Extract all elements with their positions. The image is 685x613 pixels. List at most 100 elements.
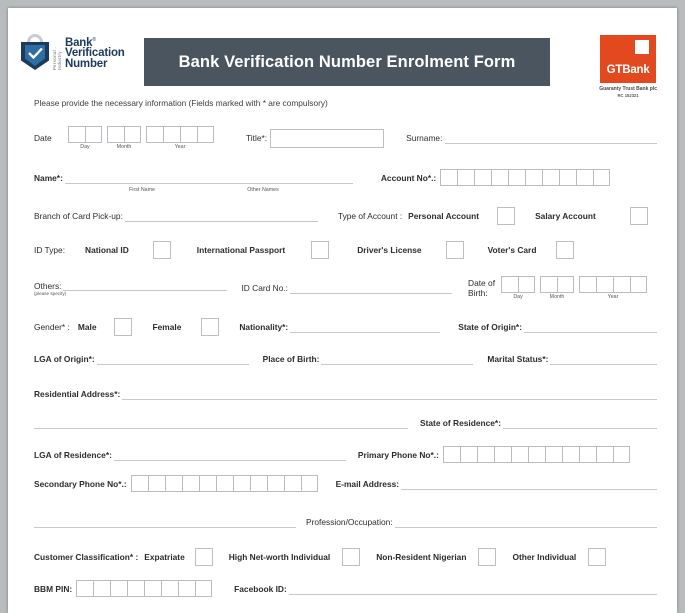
char-box[interactable] [525, 169, 543, 186]
char-box[interactable] [266, 475, 284, 492]
char-box[interactable] [124, 126, 141, 143]
char-box[interactable] [300, 475, 318, 492]
voters-card-checkbox[interactable] [556, 241, 575, 259]
bbm-pin-boxes[interactable] [76, 580, 213, 597]
char-box[interactable] [107, 126, 124, 143]
residential-address-input-1[interactable] [122, 388, 657, 400]
surname-input[interactable] [445, 132, 657, 144]
char-box[interactable] [232, 475, 250, 492]
other-individual-checkbox[interactable] [588, 548, 607, 566]
high-net-worth-checkbox[interactable] [342, 548, 361, 566]
others-input[interactable] [63, 280, 228, 291]
char-box[interactable] [68, 126, 85, 143]
facebook-id-input[interactable] [288, 583, 657, 595]
char-box[interactable] [283, 475, 301, 492]
char-box[interactable] [130, 475, 148, 492]
date-year-boxes[interactable] [146, 126, 214, 143]
date-of-birth-field[interactable]: Day Month Year [501, 276, 648, 300]
char-box[interactable] [559, 169, 577, 186]
char-box[interactable] [493, 446, 511, 463]
char-box[interactable] [198, 475, 216, 492]
gender-male-checkbox[interactable] [114, 318, 133, 336]
char-box[interactable] [595, 446, 613, 463]
char-box[interactable] [180, 126, 197, 143]
char-box[interactable] [474, 169, 492, 186]
char-box[interactable] [197, 126, 214, 143]
national-id-checkbox[interactable] [152, 241, 171, 259]
non-resident-nigerian-checkbox[interactable] [478, 548, 497, 566]
char-box[interactable] [457, 169, 475, 186]
expatriate-checkbox[interactable] [194, 548, 213, 566]
id-card-no-input[interactable] [290, 283, 453, 294]
date-month-boxes[interactable] [107, 126, 141, 143]
char-box[interactable] [163, 126, 180, 143]
marital-status-input[interactable] [550, 353, 657, 365]
char-box[interactable] [442, 446, 460, 463]
email-address-input[interactable] [401, 478, 657, 490]
char-box[interactable] [110, 580, 128, 597]
char-box[interactable] [144, 580, 162, 597]
char-box[interactable] [146, 126, 163, 143]
account-no-boxes[interactable] [440, 169, 611, 186]
salary-account-checkbox[interactable] [629, 207, 648, 225]
char-box[interactable] [491, 169, 509, 186]
char-box[interactable] [93, 580, 111, 597]
state-of-origin-input[interactable] [523, 321, 657, 333]
char-box[interactable] [459, 446, 477, 463]
char-box[interactable] [561, 446, 579, 463]
char-box[interactable] [215, 475, 233, 492]
char-box[interactable] [510, 446, 528, 463]
char-box[interactable] [518, 276, 536, 293]
char-box[interactable] [527, 446, 545, 463]
char-box[interactable] [85, 126, 102, 143]
name-input[interactable] [64, 172, 353, 184]
char-box[interactable] [630, 276, 648, 293]
char-box[interactable] [249, 475, 267, 492]
primary-phone-boxes[interactable] [442, 446, 630, 463]
char-box[interactable] [612, 446, 630, 463]
place-of-birth-input[interactable] [321, 353, 474, 365]
char-box[interactable] [557, 276, 575, 293]
char-box[interactable] [576, 169, 594, 186]
char-box[interactable] [596, 276, 614, 293]
date-day-boxes[interactable] [68, 126, 102, 143]
branch-pickup-input[interactable] [124, 210, 318, 222]
char-box[interactable] [476, 446, 494, 463]
nationality-input[interactable] [290, 321, 441, 333]
char-box[interactable] [164, 475, 182, 492]
char-box[interactable] [76, 580, 94, 597]
char-box[interactable] [161, 580, 179, 597]
char-box[interactable] [540, 276, 558, 293]
profession-input[interactable] [394, 516, 657, 528]
char-box[interactable] [147, 475, 165, 492]
dob-month-boxes[interactable] [540, 276, 575, 293]
char-box[interactable] [181, 475, 199, 492]
date-year-caption: Year [174, 144, 186, 150]
char-box[interactable] [613, 276, 631, 293]
char-box[interactable] [501, 276, 519, 293]
personal-account-checkbox[interactable] [497, 207, 516, 225]
profession-input-left[interactable] [34, 516, 296, 528]
state-of-residence-input[interactable] [502, 417, 657, 429]
char-box[interactable] [544, 446, 562, 463]
char-box[interactable] [578, 446, 596, 463]
char-box[interactable] [593, 169, 611, 186]
char-box[interactable] [440, 169, 458, 186]
international-passport-checkbox[interactable] [311, 241, 330, 259]
residential-address-input-2[interactable] [34, 417, 408, 429]
title-input[interactable] [270, 128, 385, 148]
drivers-license-checkbox[interactable] [445, 241, 464, 259]
char-box[interactable] [579, 276, 597, 293]
dob-year-boxes[interactable] [579, 276, 648, 293]
date-field[interactable]: Day Month Year [68, 126, 214, 150]
dob-day-boxes[interactable] [501, 276, 536, 293]
lga-of-residence-input[interactable] [113, 449, 346, 461]
char-box[interactable] [508, 169, 526, 186]
gender-female-checkbox[interactable] [201, 318, 220, 336]
char-box[interactable] [127, 580, 145, 597]
char-box[interactable] [195, 580, 213, 597]
lga-of-origin-input[interactable] [96, 353, 249, 365]
char-box[interactable] [178, 580, 196, 597]
secondary-phone-boxes[interactable] [130, 475, 318, 492]
char-box[interactable] [542, 169, 560, 186]
